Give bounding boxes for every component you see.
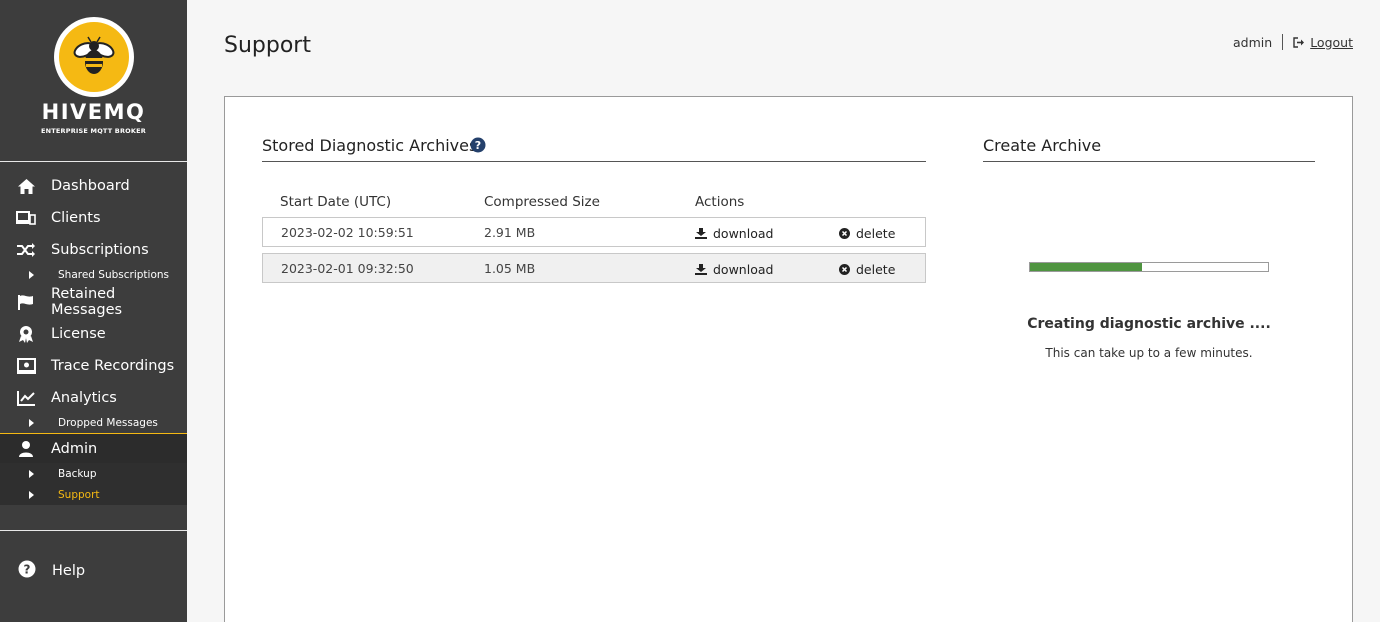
sidebar-item-label: Dashboard (51, 178, 130, 194)
sidebar-divider (0, 530, 187, 531)
sidebar-item-label: Clients (51, 210, 101, 226)
download-icon (695, 264, 707, 275)
download-label: download (713, 262, 774, 277)
sidebar: HIVEMQ ENTERPRISE MQTT BROKER Dashboard … (0, 0, 187, 622)
download-button[interactable]: download (695, 262, 773, 277)
brand-logo[interactable]: HIVEMQ ENTERPRISE MQTT BROKER (0, 0, 187, 162)
download-button[interactable]: download (695, 226, 773, 241)
sidebar-subitem-label: Dropped Messages (58, 416, 158, 429)
question-circle-icon[interactable]: ? (470, 137, 486, 157)
bee-logo-icon (53, 17, 134, 97)
sidebar-item-clients[interactable]: Clients (0, 202, 187, 234)
sidebar-subitem-backup[interactable]: Backup (0, 463, 187, 484)
sidebar-item-admin[interactable]: Admin (0, 433, 187, 464)
archive-size: 2.91 MB (484, 225, 536, 240)
sign-out-icon (1293, 36, 1305, 48)
sidebar-subitem-label: Backup (58, 467, 97, 480)
sidebar-item-subscriptions[interactable]: Subscriptions (0, 234, 187, 266)
brand-name: HIVEMQ (41, 100, 146, 124)
award-icon (16, 324, 36, 344)
sidebar-subitem-label: Shared Subscriptions (58, 268, 170, 281)
svg-text:?: ? (24, 563, 31, 577)
section-divider (983, 161, 1315, 162)
sidebar-item-analytics[interactable]: Analytics (0, 382, 187, 414)
sidebar-item-label: Trace Recordings (51, 358, 175, 374)
sidebar-item-retained-messages[interactable]: Retained Messages (0, 286, 187, 318)
sidebar-item-label: License (51, 326, 106, 342)
delete-button[interactable]: delete (839, 262, 895, 277)
logout-link[interactable]: Logout (1293, 35, 1353, 50)
caret-right-icon (29, 418, 34, 427)
sidebar-item-label: Subscriptions (51, 242, 149, 258)
sidebar-item-label: Analytics (51, 390, 117, 406)
times-circle-icon (839, 228, 850, 239)
progress-fill (1030, 263, 1142, 271)
section-divider (262, 161, 926, 162)
sidebar-subitem-shared-subscriptions[interactable]: Shared Subscriptions (0, 264, 187, 285)
caret-right-icon (29, 469, 34, 478)
archive-date: 2023-02-02 10:59:51 (281, 225, 414, 240)
download-label: download (713, 226, 774, 241)
archive-progress-bar (1029, 262, 1269, 272)
chart-line-icon (16, 388, 36, 408)
sidebar-item-dashboard[interactable]: Dashboard (0, 170, 187, 202)
page-title: Support (224, 33, 311, 58)
flag-icon (16, 292, 36, 312)
column-header-compressed-size: Compressed Size (484, 194, 600, 210)
logout-label: Logout (1310, 34, 1353, 50)
delete-label: delete (856, 262, 896, 277)
table-row: 2023-02-01 09:32:50 1.05 MB download del… (262, 253, 926, 283)
username: admin (1233, 34, 1273, 50)
sidebar-item-help[interactable]: ? Help (0, 555, 187, 587)
clients-icon (16, 208, 36, 228)
sidebar-subitem-dropped-messages[interactable]: Dropped Messages (0, 412, 187, 433)
support-panel: Stored Diagnostic Archives ? Start Date … (224, 96, 1353, 622)
delete-label: delete (856, 226, 896, 241)
home-icon (16, 176, 36, 196)
creating-status-subtitle: This can take up to a few minutes. (1045, 346, 1253, 360)
user-icon (16, 439, 36, 459)
download-icon (695, 228, 707, 239)
sidebar-item-trace-recordings[interactable]: Trace Recordings (0, 350, 187, 382)
sidebar-item-license[interactable]: License (0, 318, 187, 350)
column-header-start-date: Start Date (UTC) (280, 194, 392, 210)
creating-status-title: Creating diagnostic archive .... (1027, 316, 1271, 332)
recording-icon (16, 356, 36, 376)
sidebar-subitem-label: Support (58, 488, 100, 501)
brand-tagline: ENTERPRISE MQTT BROKER (41, 127, 146, 135)
column-header-actions: Actions (695, 194, 745, 210)
delete-button[interactable]: delete (839, 226, 895, 241)
create-archive-title: Create Archive (983, 136, 1102, 155)
caret-right-icon (29, 270, 34, 279)
table-row: 2023-02-02 10:59:51 2.91 MB download del… (262, 217, 926, 247)
caret-right-icon (29, 490, 34, 499)
sidebar-item-label: Retained Messages (51, 286, 123, 318)
archive-size: 1.05 MB (484, 261, 536, 276)
sidebar-item-label: Admin (51, 440, 98, 457)
stored-archives-title: Stored Diagnostic Archives (262, 136, 478, 155)
question-circle-icon: ? (18, 560, 36, 582)
sidebar-subitem-support[interactable]: Support (0, 484, 187, 505)
user-bar: admin Logout (1233, 34, 1353, 50)
times-circle-icon (839, 264, 850, 275)
svg-text:?: ? (475, 139, 481, 152)
divider (1282, 34, 1284, 50)
archive-date: 2023-02-01 09:32:50 (281, 261, 414, 276)
shuffle-icon (16, 240, 36, 260)
help-label: Help (52, 563, 86, 579)
